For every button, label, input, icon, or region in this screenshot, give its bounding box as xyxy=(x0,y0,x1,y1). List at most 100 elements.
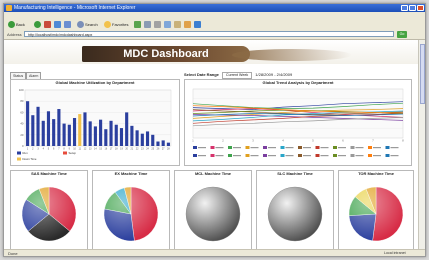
scrollbar-thumb[interactable] xyxy=(420,44,425,104)
legend-label xyxy=(355,147,364,149)
legend-label xyxy=(250,155,259,157)
date-range-label: Select Date Range xyxy=(184,72,219,77)
legend-swatch xyxy=(210,154,215,157)
x-tick-label: 24 xyxy=(146,148,149,151)
legend-swatch xyxy=(17,157,21,161)
legend-label xyxy=(338,155,346,157)
legend-swatch xyxy=(350,154,355,157)
x-tick-label: 27 xyxy=(162,148,165,151)
pie-slice xyxy=(185,186,241,242)
dashboard-banner: MDC Dashboard xyxy=(82,46,352,62)
legend-label xyxy=(215,147,224,149)
print-icon[interactable] xyxy=(154,21,161,28)
x-tick-label: 15 xyxy=(99,148,102,151)
x-tick-label: 2 xyxy=(32,148,34,151)
legend-label xyxy=(338,147,346,149)
legend-swatch xyxy=(17,151,21,155)
legend-label xyxy=(215,155,224,157)
go-button[interactable]: Go xyxy=(397,31,407,38)
legend-swatch xyxy=(333,154,337,157)
legend-swatch xyxy=(63,151,67,155)
legend-label: Run xyxy=(23,151,29,155)
bar xyxy=(52,119,56,146)
folder-icon[interactable] xyxy=(184,21,191,28)
x-tick-label: 20 xyxy=(125,148,128,151)
status-bar: Done Local intranet xyxy=(4,249,425,256)
x-tick-label: 2 xyxy=(222,139,224,143)
x-tick-label: 18 xyxy=(115,148,118,151)
x-tick-label: 8 xyxy=(402,139,404,143)
bar xyxy=(83,112,87,146)
discuss-icon[interactable] xyxy=(174,21,181,28)
bar xyxy=(140,133,144,146)
minimize-button[interactable] xyxy=(401,5,408,11)
edit-icon[interactable] xyxy=(164,21,171,28)
menu-bar: File Edit View Favorites Tools Help xyxy=(4,12,425,26)
pie-panel-tor: TOR Machine Time xyxy=(338,170,414,249)
bar xyxy=(104,129,108,146)
vertical-scrollbar[interactable] xyxy=(418,40,425,249)
search-label[interactable]: Search xyxy=(85,21,98,28)
bar xyxy=(161,140,165,146)
x-tick-label: 7 xyxy=(58,148,60,151)
stop-icon[interactable] xyxy=(44,21,51,28)
legend-label xyxy=(198,147,206,149)
history-icon[interactable] xyxy=(134,21,141,28)
legend-swatch xyxy=(193,154,197,157)
bar xyxy=(166,142,170,146)
x-tick-label: 1 xyxy=(192,139,194,143)
pie-chart-sas xyxy=(21,186,77,242)
maximize-button[interactable] xyxy=(409,5,416,11)
x-tick-label: 28 xyxy=(167,148,170,151)
favorites-label[interactable]: Favorites xyxy=(112,21,128,28)
bar xyxy=(145,131,150,146)
legend-label xyxy=(285,155,294,157)
x-tick-label: 5 xyxy=(48,148,50,151)
legend-swatch xyxy=(298,154,302,157)
legend-label xyxy=(320,147,329,149)
x-tick-label: 23 xyxy=(141,148,144,151)
x-tick-label: 4 xyxy=(282,139,284,143)
x-tick-label: 6 xyxy=(342,139,344,143)
home-icon[interactable] xyxy=(64,21,71,28)
pie-chart-ex xyxy=(103,186,159,242)
address-input[interactable]: http://localhost/mdc/mdcdashboard.aspx xyxy=(24,31,394,37)
x-tick-label: 25 xyxy=(151,148,154,151)
mail-icon[interactable] xyxy=(144,21,151,28)
date-end[interactable]: 2/4/2009 xyxy=(277,72,293,77)
bar xyxy=(31,115,35,146)
trend-panel: Global Trend Analysis by Department 1234… xyxy=(184,79,412,166)
bar xyxy=(88,121,92,146)
messenger-icon[interactable] xyxy=(194,21,201,28)
legend-label xyxy=(373,147,381,149)
pie-chart-mcl xyxy=(185,186,241,242)
legend-swatch xyxy=(228,146,232,149)
x-tick-label: 17 xyxy=(110,148,113,151)
search-icon[interactable] xyxy=(77,21,84,28)
bar xyxy=(119,128,124,146)
legend-label xyxy=(250,147,259,149)
date-range-dropdown[interactable]: Current Week xyxy=(222,72,253,79)
legend-swatch xyxy=(228,154,232,157)
page-title: MDC Dashboard xyxy=(123,48,209,60)
pie-panel-slc: SLC Machine Time xyxy=(256,170,334,249)
y-tick-label: 20 xyxy=(20,133,24,137)
bar xyxy=(151,134,155,146)
bar xyxy=(125,112,129,146)
pie-panel-mcl: MCL Machine Time xyxy=(174,170,252,249)
legend-label: Setup xyxy=(69,151,77,155)
close-button[interactable] xyxy=(417,5,424,11)
favorites-icon[interactable] xyxy=(104,21,111,28)
bar xyxy=(36,106,40,146)
y-tick-label: 0 xyxy=(22,144,24,148)
back-icon[interactable] xyxy=(8,21,15,28)
bar xyxy=(67,124,71,146)
back-label[interactable]: Back xyxy=(16,21,25,28)
legend-label xyxy=(303,155,311,157)
date-start[interactable]: 1/28/2009 xyxy=(255,72,273,77)
x-tick-label: 13 xyxy=(89,148,92,151)
date-range-selector: Select Date Range Current Week 1/28/2009… xyxy=(184,72,293,79)
forward-icon[interactable] xyxy=(34,21,41,28)
refresh-icon[interactable] xyxy=(54,21,61,28)
legend-label xyxy=(268,147,276,149)
